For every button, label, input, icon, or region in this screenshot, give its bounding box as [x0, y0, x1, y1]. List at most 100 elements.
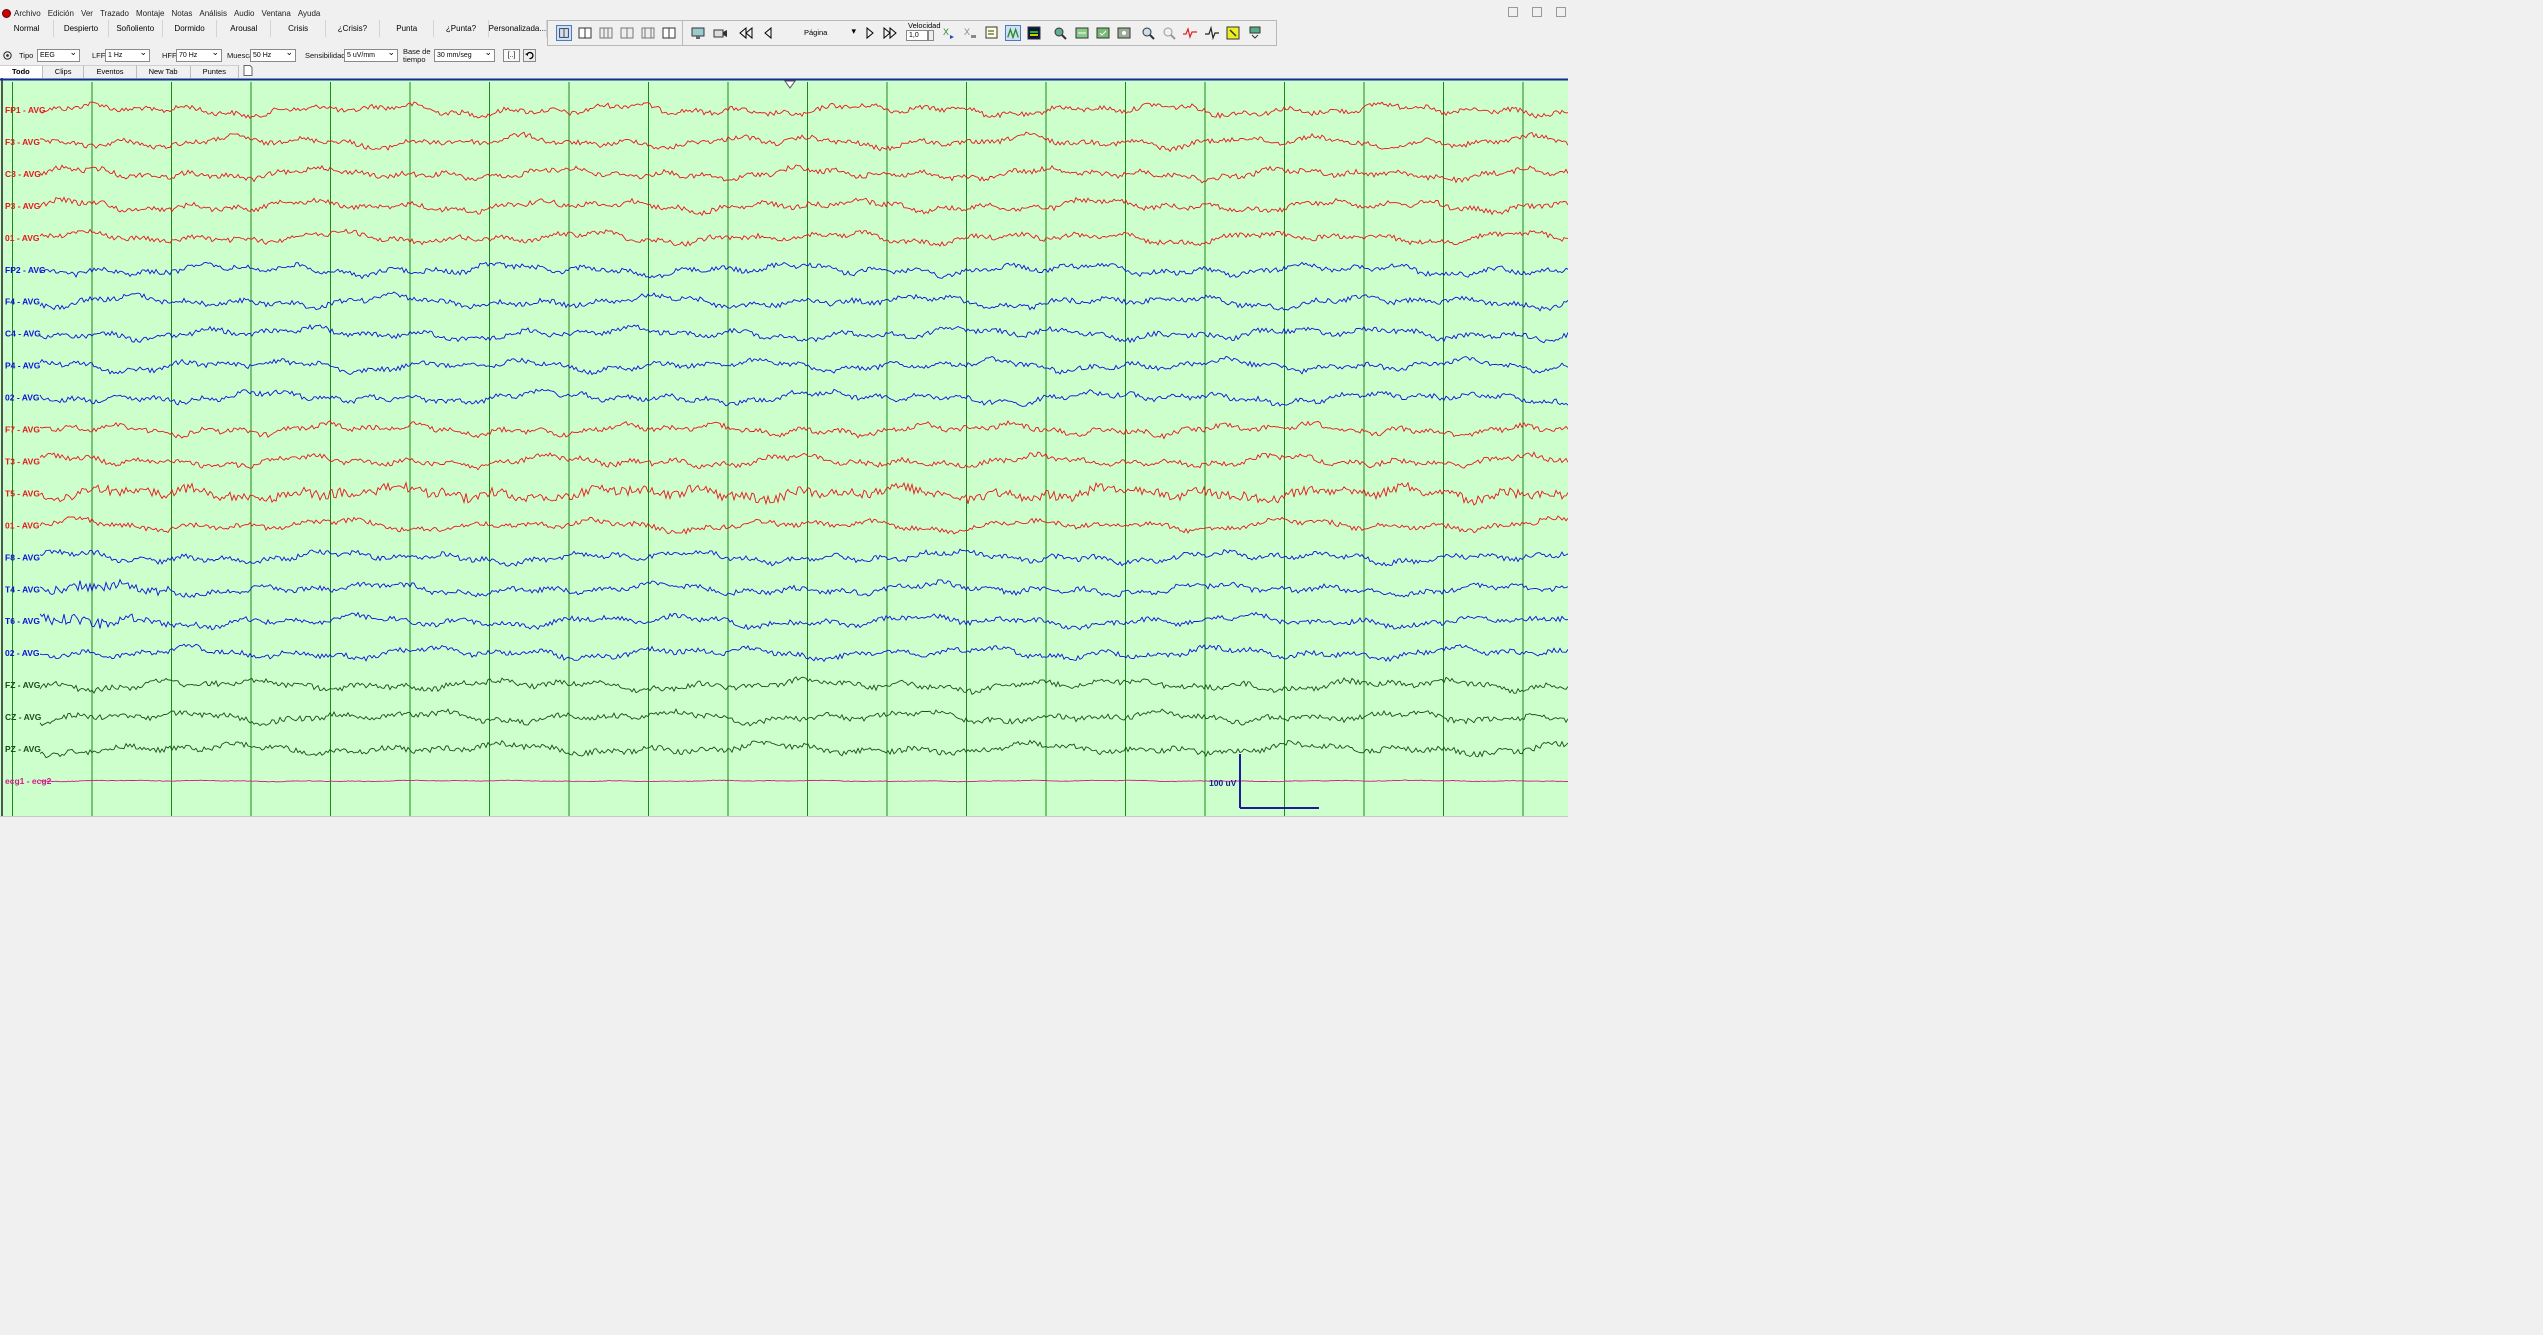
tab-eventos[interactable]: Eventos	[84, 65, 137, 78]
channel-label[interactable]: F3 - AVG	[5, 137, 40, 147]
layout-4-icon[interactable]	[619, 25, 635, 41]
eeg-trace-view[interactable]: FP1 - AVG F3 - AVG C3 - AVG P3 - AVG 01 - AV…	[0, 78, 1568, 816]
menu-edicion[interactable]: Edición	[48, 9, 74, 18]
layout-6-icon[interactable]	[661, 25, 677, 41]
step-forward-icon[interactable]	[862, 25, 878, 41]
menu-ayuda[interactable]: Ayuda	[298, 9, 321, 18]
velocidad-spinner[interactable]	[928, 30, 934, 41]
menu-ver[interactable]: Ver	[81, 9, 93, 18]
spectrum-icon[interactable]	[1026, 25, 1042, 41]
channel-label[interactable]: FZ - AVG	[5, 680, 41, 690]
tab-todo[interactable]: Todo	[0, 65, 43, 78]
menu-montaje[interactable]: Montaje	[136, 9, 164, 18]
channel-label[interactable]: T3 - AVG	[5, 456, 40, 466]
menu-bar: Archivo Edición Ver Trazado Montaje Nota…	[0, 6, 1568, 20]
channel-label[interactable]: 02 - AVG	[5, 393, 40, 403]
report-settings-icon[interactable]	[1116, 25, 1132, 41]
channel-label[interactable]: 01 - AVG	[5, 233, 40, 243]
state-button-normal[interactable]: Normal	[0, 20, 55, 37]
page-select[interactable]: Página ▾	[804, 26, 856, 37]
channel-label[interactable]: P4 - AVG	[5, 361, 41, 371]
state-button-crisis-q[interactable]: ¿Crisis?	[326, 20, 381, 37]
zoom-out-icon[interactable]	[1161, 25, 1177, 41]
state-button-dormido[interactable]: Dormido	[163, 20, 218, 37]
layout-1-icon[interactable]	[556, 25, 572, 41]
forward-page-icon[interactable]	[882, 25, 898, 41]
channel-label[interactable]: FP2 - AVG	[5, 265, 46, 275]
channel-label[interactable]: C3 - AVG	[5, 169, 41, 179]
channel-label[interactable]: T5 - AVG	[5, 488, 40, 498]
menu-trazado[interactable]: Trazado	[100, 9, 129, 18]
report-check-icon[interactable]	[1095, 25, 1111, 41]
tipo-select[interactable]: EEG	[37, 47, 80, 62]
channel-label[interactable]: T6 - AVG	[5, 616, 40, 626]
state-button-arousal[interactable]: Arousal	[217, 20, 272, 37]
menu-audio[interactable]: Audio	[234, 9, 254, 18]
cursor-marker-2-icon[interactable]: X	[962, 25, 978, 41]
close-icon[interactable]	[1556, 7, 1566, 17]
channel-label[interactable]: T4 - AVG	[5, 584, 40, 594]
step-back-icon[interactable]	[760, 25, 776, 41]
video-icon[interactable]	[712, 25, 728, 41]
patient-search-icon[interactable]	[1052, 25, 1068, 41]
menu-analisis[interactable]: Análisis	[199, 9, 227, 18]
channel-label[interactable]: 01 - AVG	[5, 520, 40, 530]
velocidad-input[interactable]: 1,0	[906, 30, 928, 41]
state-buttons: Normal Despierto Soñoliento Dormido Arou…	[0, 20, 547, 37]
channel-label[interactable]: C4 - AVG	[5, 329, 41, 339]
spike-detect-icon[interactable]	[1005, 25, 1021, 41]
state-button-despierto[interactable]: Despierto	[54, 20, 109, 37]
menu-ventana[interactable]: Ventana	[261, 9, 290, 18]
menu-notas[interactable]: Notas	[171, 9, 192, 18]
more-tools-icon[interactable]	[1247, 25, 1263, 41]
muesca-select[interactable]: 50 Hz	[250, 47, 296, 62]
lff-select[interactable]: 1 Hz	[105, 47, 150, 62]
monitor-icon[interactable]	[690, 25, 706, 41]
window-controls	[1508, 7, 1566, 17]
bracket-button[interactable]: [..]	[503, 49, 520, 62]
status-bar	[0, 816, 1568, 825]
toolbar-row: Normal Despierto Soñoliento Dormido Arou…	[0, 20, 1568, 47]
layout-2-icon[interactable]	[577, 25, 593, 41]
restore-icon[interactable]	[1532, 7, 1542, 17]
zoom-icon[interactable]	[1140, 25, 1156, 41]
report-green-icon[interactable]	[1074, 25, 1090, 41]
gear-icon[interactable]	[2, 50, 13, 61]
layout-3-icon[interactable]	[598, 25, 614, 41]
state-button-punta-q[interactable]: ¿Punta?	[434, 20, 489, 37]
waveform-black-icon[interactable]	[1204, 25, 1220, 41]
marker-yellow-icon[interactable]	[1225, 25, 1241, 41]
channel-label[interactable]: F8 - AVG	[5, 552, 40, 562]
channel-label[interactable]: FP1 - AVG	[5, 105, 46, 115]
waveform-red-icon[interactable]	[1182, 25, 1198, 41]
menu-archivo[interactable]: Archivo	[14, 9, 41, 18]
sensibilidad-select[interactable]: 5 uV/mm	[344, 47, 398, 62]
cursor-marker-icon[interactable]: X	[941, 25, 957, 41]
channel-label[interactable]: P3 - AVG	[5, 201, 41, 211]
svg-text:X: X	[943, 27, 949, 37]
base-tiempo-select[interactable]: 30 mm/seg	[434, 47, 495, 62]
minimize-icon[interactable]	[1508, 7, 1518, 17]
app-icon[interactable]	[2, 8, 11, 18]
channel-label[interactable]: 02 - AVG	[5, 648, 40, 658]
hff-select[interactable]: 70 Hz	[176, 47, 222, 62]
tab-puntes[interactable]: Puntes	[190, 65, 239, 78]
channel-label[interactable]: CZ - AVG	[5, 712, 42, 722]
tab-new-tab[interactable]: New Tab	[136, 65, 191, 78]
channel-label[interactable]: F7 - AVG	[5, 425, 40, 435]
state-button-punta[interactable]: Punta	[380, 20, 435, 37]
state-button-sonoliento[interactable]: Soñoliento	[109, 20, 163, 37]
channel-label[interactable]: PZ - AVG	[5, 744, 41, 754]
state-button-personalizada[interactable]: Personalizada...	[489, 20, 547, 37]
state-button-crisis[interactable]: Crisis	[271, 20, 326, 37]
tab-clips[interactable]: Clips	[42, 65, 85, 78]
view-tabs: Todo Clips Eventos New Tab Puntes	[0, 65, 260, 78]
channel-label[interactable]: ecg1 - ecg2	[5, 776, 52, 786]
layout-5-icon[interactable]	[640, 25, 656, 41]
rewind-page-icon[interactable]	[738, 25, 754, 41]
refresh-icon[interactable]	[523, 49, 536, 62]
add-tab-icon[interactable]	[243, 65, 253, 76]
montage-edit-icon[interactable]	[984, 25, 1000, 41]
base-tiempo-label: Base de tiempo	[403, 48, 431, 64]
channel-label[interactable]: F4 - AVG	[5, 297, 40, 307]
